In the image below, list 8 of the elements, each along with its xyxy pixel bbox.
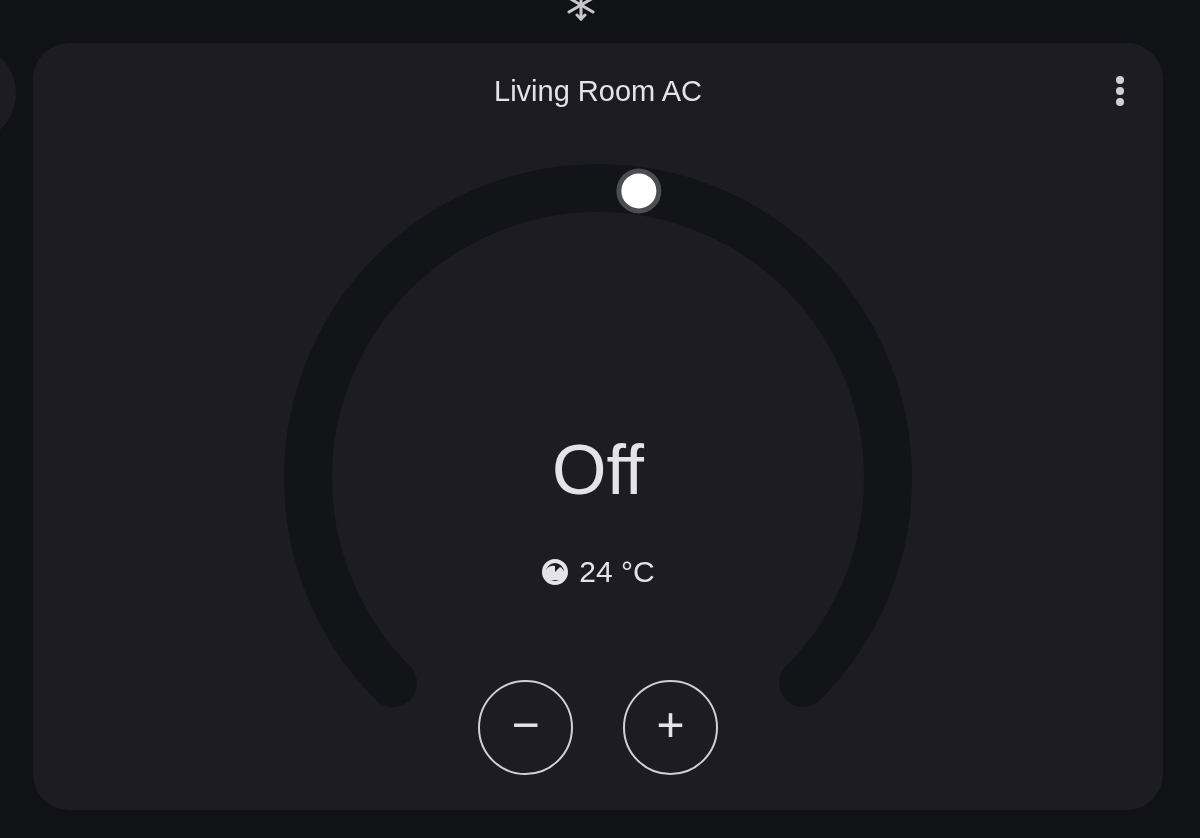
card-title: Living Room AC [494, 74, 702, 109]
slider-thumb[interactable] [616, 168, 662, 214]
menu-icon[interactable] [1115, 75, 1125, 107]
step-button[interactable]: − [478, 680, 573, 775]
gauge-icon [541, 558, 570, 586]
current-temperature: 24 °C [579, 554, 655, 590]
step-button[interactable]: + [623, 680, 718, 775]
mode-text: Off [551, 430, 645, 511]
